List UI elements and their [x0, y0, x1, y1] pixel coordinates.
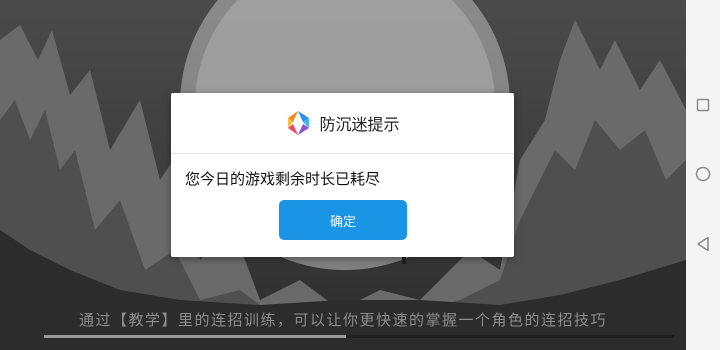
dialog-title: 防沉迷提示 — [319, 115, 400, 134]
confirm-button[interactable]: 确定 — [279, 200, 407, 240]
square-icon — [696, 98, 710, 112]
back-button[interactable] — [695, 236, 711, 252]
loading-progress-fill — [44, 335, 347, 338]
dialog-header: 防沉迷提示 — [171, 93, 514, 154]
loading-progress-bar — [44, 335, 674, 338]
game-screen: 通过【教学】里的连招训练，可以让你更快速的掌握一个角色的连招技巧 防沉迷提示 您… — [0, 0, 720, 350]
circle-icon — [695, 166, 711, 182]
anti-addiction-dialog: 防沉迷提示 您今日的游戏剩余时长已耗尽 确定 — [171, 93, 514, 257]
dialog-message: 您今日的游戏剩余时长已耗尽 — [185, 170, 381, 188]
recent-apps-button[interactable] — [695, 97, 711, 113]
android-nav-bar — [686, 0, 720, 350]
home-button[interactable] — [695, 166, 711, 182]
loading-tip-text: 通过【教学】里的连招训练，可以让你更快速的掌握一个角色的连招技巧 — [78, 311, 607, 329]
game-center-logo-icon — [288, 111, 310, 135]
triangle-back-icon — [697, 236, 709, 252]
